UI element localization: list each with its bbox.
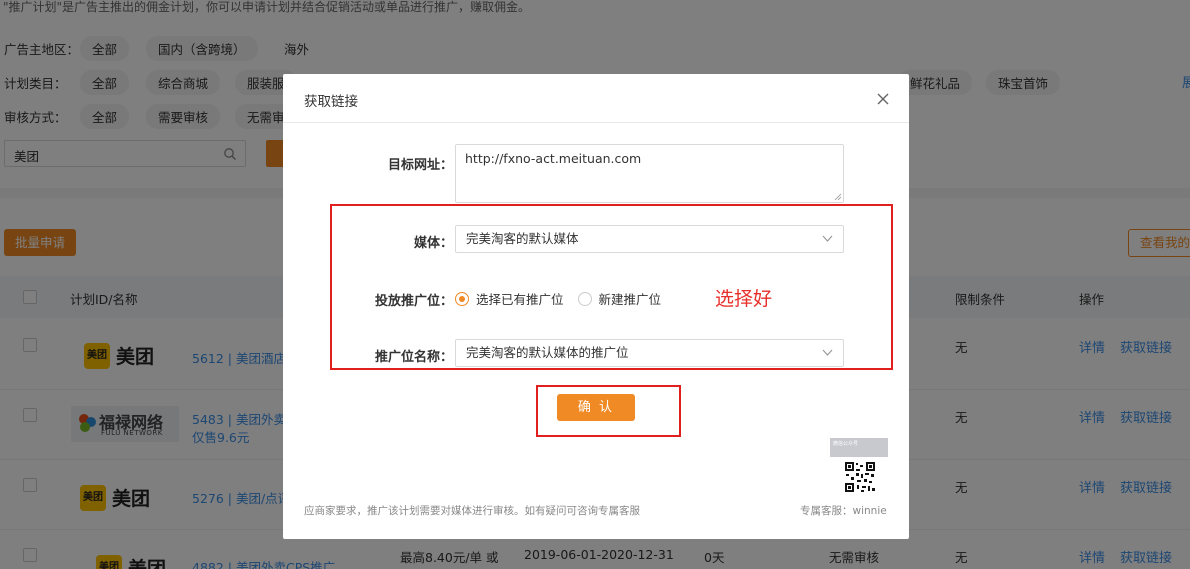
qr-banner-text: 微信公众号: [833, 441, 859, 447]
dialog-title: 获取链接: [304, 94, 358, 110]
resize-grip-icon[interactable]: [834, 193, 842, 201]
qr-code-icon: [844, 461, 876, 493]
customer-service: 专属客服：winnie: [800, 505, 887, 517]
annotation-box-form: [330, 204, 893, 370]
close-icon[interactable]: [875, 91, 891, 107]
annotation-box-confirm: [536, 385, 681, 437]
review-notice: 应商家要求，推广该计划需要对媒体进行审核。如有疑问可咨询专属客服: [304, 505, 640, 517]
dialog-divider: [283, 122, 909, 123]
target-url-value: http://fxno-act.meituan.com: [465, 151, 642, 166]
target-url-textarea[interactable]: http://fxno-act.meituan.com: [455, 144, 844, 203]
target-url-label: 目标网址：: [387, 158, 453, 173]
qr-banner: 微信公众号: [830, 438, 888, 457]
